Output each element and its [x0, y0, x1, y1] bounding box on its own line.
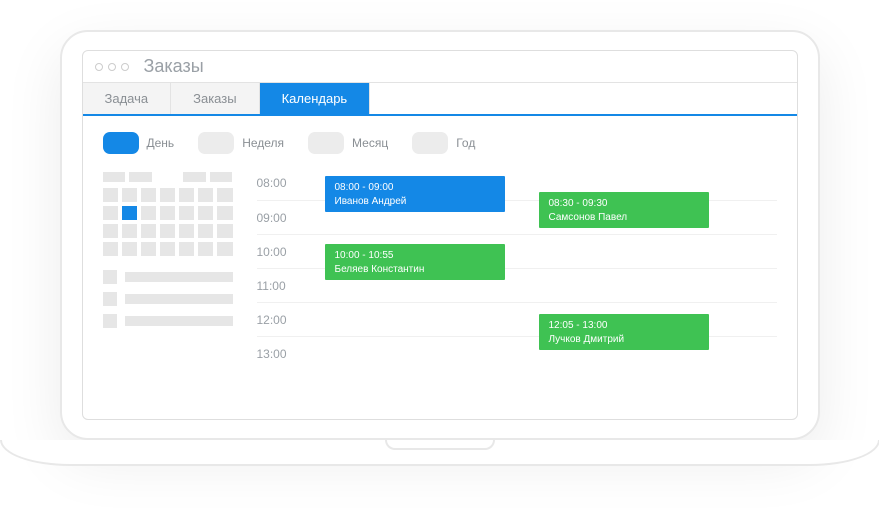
titlebar: Заказы [83, 51, 797, 83]
day-cell[interactable] [179, 224, 194, 238]
body-grid: 08:00 09:00 10:00 11:00 12:00 13:00 08:00 - 0… [103, 172, 777, 370]
day-cell[interactable] [141, 206, 156, 220]
day-cell[interactable] [217, 224, 232, 238]
day-cell[interactable] [141, 224, 156, 238]
header-cell [210, 172, 233, 182]
calendar-event[interactable]: 12:05 - 13:00Лучков Дмитрий [539, 314, 709, 350]
day-cell[interactable] [103, 242, 118, 256]
list-item[interactable] [103, 270, 233, 284]
events-layer: 08:00 - 09:00Иванов Андрей 08:30 - 09:30С… [307, 172, 777, 370]
app-window: Заказы ЗадачаЗаказыКалендарь ДеньНеделяМ… [82, 50, 798, 420]
hour-label: 13:00 [257, 347, 307, 361]
day-cell[interactable] [217, 242, 232, 256]
hour-label: 11:00 [257, 279, 307, 293]
day-cell[interactable] [179, 206, 194, 220]
day-cell[interactable] [122, 242, 137, 256]
list-item-text [125, 316, 233, 326]
view-label: Месяц [352, 136, 388, 150]
header-cell [183, 172, 206, 182]
list-item[interactable] [103, 314, 233, 328]
mini-calendar[interactable] [103, 188, 233, 256]
content: День Неделя Месяц Год [83, 116, 797, 370]
header-cell [103, 172, 126, 182]
tab-2[interactable]: Календарь [260, 83, 371, 114]
view-label: Неделя [242, 136, 284, 150]
window-control-minimize[interactable] [108, 63, 116, 71]
tabs: ЗадачаЗаказыКалендарь [83, 83, 797, 116]
event-name: Беляев Константин [335, 264, 425, 275]
calendar-event[interactable]: 10:00 - 10:55Беляев Константин [325, 244, 505, 280]
timeline[interactable]: 08:00 09:00 10:00 11:00 12:00 13:00 08:00 - 0… [257, 172, 777, 370]
hour-label: 08:00 [257, 176, 307, 190]
list-item-icon [103, 314, 117, 328]
event-name: Самсонов Павел [549, 212, 628, 223]
list-item-text [125, 294, 233, 304]
event-time: 08:00 - 09:00 [335, 181, 495, 195]
day-cell[interactable] [103, 206, 118, 220]
upcoming-list [103, 270, 233, 328]
view-toggle-2[interactable] [308, 132, 344, 154]
sidebar [103, 172, 233, 370]
list-item-icon [103, 292, 117, 306]
view-toggle-1[interactable] [198, 132, 234, 154]
day-cell[interactable] [217, 206, 232, 220]
list-item-icon [103, 270, 117, 284]
day-cell[interactable] [198, 224, 213, 238]
view-label: День [147, 136, 175, 150]
header-cell [129, 172, 152, 182]
window-control-close[interactable] [95, 63, 103, 71]
day-cell[interactable] [160, 224, 175, 238]
hour-label: 12:00 [257, 313, 307, 327]
laptop-base [0, 440, 879, 466]
event-name: Иванов Андрей [335, 196, 407, 207]
view-switch: День Неделя Месяц Год [103, 132, 777, 154]
event-time: 10:00 - 10:55 [335, 249, 495, 263]
view-toggle-3[interactable] [412, 132, 448, 154]
hour-label: 10:00 [257, 245, 307, 259]
list-item[interactable] [103, 292, 233, 306]
day-cell[interactable] [198, 206, 213, 220]
day-cell[interactable] [217, 188, 232, 202]
day-cell[interactable] [179, 188, 194, 202]
header-divider [156, 172, 179, 182]
event-time: 12:05 - 13:00 [549, 319, 699, 333]
day-cell[interactable] [122, 206, 137, 220]
day-cell[interactable] [122, 188, 137, 202]
day-cell[interactable] [160, 242, 175, 256]
day-cell[interactable] [198, 242, 213, 256]
laptop-frame: Заказы ЗадачаЗаказыКалендарь ДеньНеделяМ… [60, 30, 820, 466]
day-cell[interactable] [179, 242, 194, 256]
window-control-maximize[interactable] [121, 63, 129, 71]
mini-calendar-header [103, 172, 233, 182]
tab-0[interactable]: Задача [83, 83, 172, 114]
hour-label: 09:00 [257, 211, 307, 225]
screen-frame: Заказы ЗадачаЗаказыКалендарь ДеньНеделяМ… [60, 30, 820, 440]
day-cell[interactable] [198, 188, 213, 202]
tab-1[interactable]: Заказы [171, 83, 259, 114]
day-cell[interactable] [103, 224, 118, 238]
view-toggle-0[interactable] [103, 132, 139, 154]
calendar-event[interactable]: 08:00 - 09:00Иванов Андрей [325, 176, 505, 212]
list-item-text [125, 272, 233, 282]
day-cell[interactable] [160, 206, 175, 220]
calendar-event[interactable]: 08:30 - 09:30Самсонов Павел [539, 192, 709, 228]
day-cell[interactable] [103, 188, 118, 202]
day-cell[interactable] [160, 188, 175, 202]
day-cell[interactable] [122, 224, 137, 238]
laptop-notch [385, 440, 495, 450]
view-label: Год [456, 136, 475, 150]
day-cell[interactable] [141, 188, 156, 202]
event-time: 08:30 - 09:30 [549, 197, 699, 211]
event-name: Лучков Дмитрий [549, 334, 625, 345]
window-title: Заказы [144, 56, 204, 77]
day-cell[interactable] [141, 242, 156, 256]
